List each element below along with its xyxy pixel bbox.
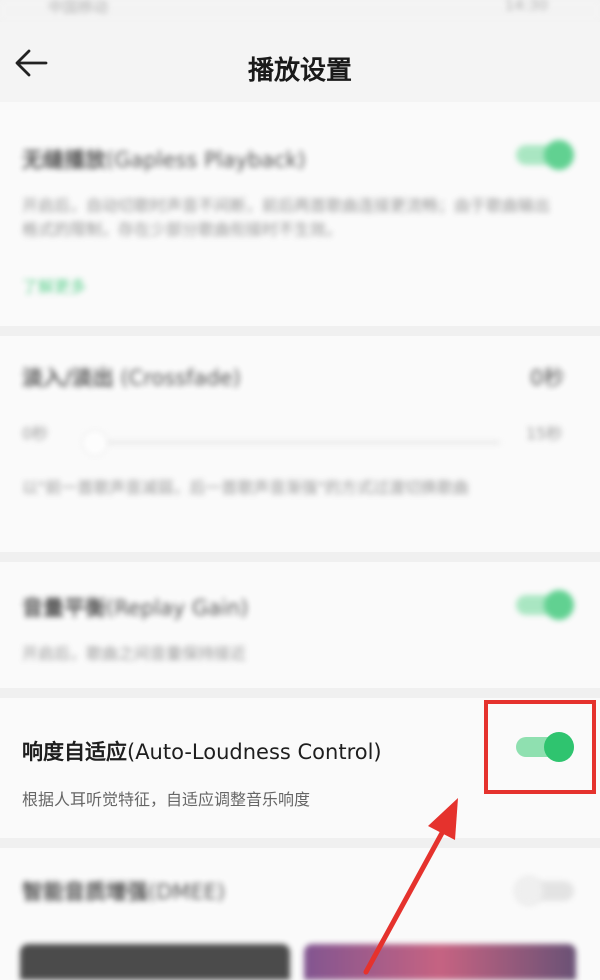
annotation-arrow-icon	[363, 798, 458, 975]
